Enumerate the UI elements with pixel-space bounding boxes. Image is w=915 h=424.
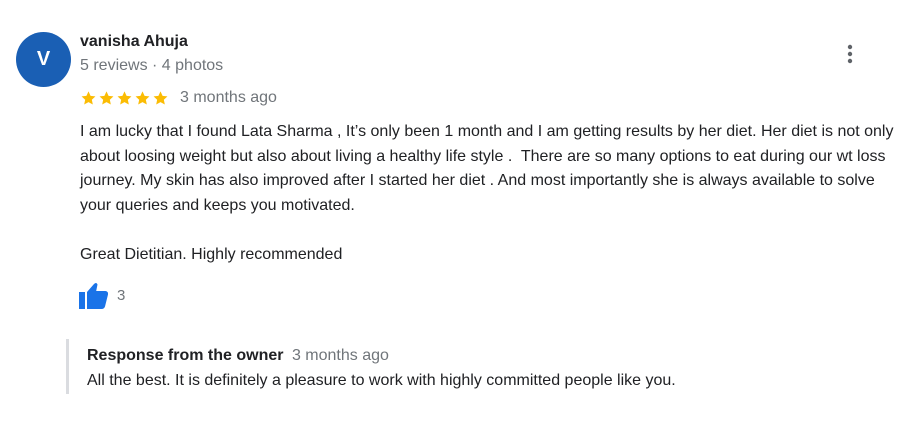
owner-response-label: Response from the owner xyxy=(87,347,284,364)
owner-response-time: 3 months ago xyxy=(291,347,389,364)
more-vert-icon xyxy=(847,44,853,64)
author-meta: 5 reviews · 4 photos xyxy=(80,57,224,74)
review-text: I am lucky that I found Lata Sharma , It… xyxy=(80,120,900,267)
avatar-initial: V xyxy=(36,48,51,70)
owner-response-header: Response from the owner 3 months ago xyxy=(87,347,389,365)
thumbs-up-icon xyxy=(79,283,109,309)
more-options-button[interactable] xyxy=(838,42,862,66)
owner-response-text: All the best. It is definitely a pleasur… xyxy=(87,372,676,389)
author-name[interactable]: vanisha Ahuja xyxy=(80,33,188,51)
star-icon xyxy=(99,90,114,105)
rating-row: 3 months ago xyxy=(80,88,277,108)
avatar[interactable]: V xyxy=(16,32,71,87)
like-count: 3 xyxy=(117,287,126,304)
review-paragraph: I am lucky that I found Lata Sharma , It… xyxy=(80,123,898,214)
owner-response: Response from the owner 3 months ago All… xyxy=(66,339,869,394)
review-time: 3 months ago xyxy=(180,89,277,106)
star-icon xyxy=(117,90,132,105)
like-button[interactable]: 3 xyxy=(78,281,125,310)
star-icon xyxy=(81,90,96,105)
star-icon xyxy=(153,90,168,105)
star-icon xyxy=(135,90,150,105)
review-card: V vanisha Ahuja 5 reviews · 4 photos 3 m… xyxy=(0,0,915,424)
star-rating xyxy=(80,90,169,107)
review-paragraph: Great Dietitian. Highly recommended xyxy=(80,245,343,263)
